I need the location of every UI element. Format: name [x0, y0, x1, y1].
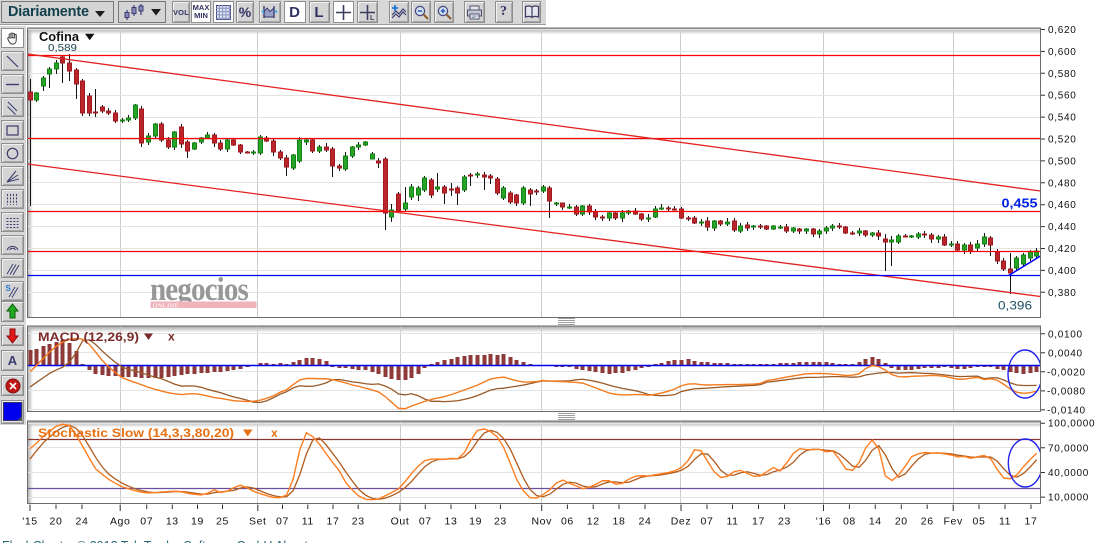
svg-text:14: 14 — [869, 516, 882, 528]
svg-text:100,0000: 100,0000 — [1048, 419, 1095, 430]
svg-text:x: x — [271, 426, 278, 440]
svg-text:12: 12 — [587, 516, 600, 528]
svg-text:11: 11 — [999, 516, 1011, 528]
svg-text:'16: '16 — [816, 516, 831, 528]
svg-text:0,580: 0,580 — [1048, 69, 1077, 80]
svg-text:70,0000: 70,0000 — [1048, 443, 1089, 454]
svg-text:18: 18 — [613, 516, 626, 528]
svg-text:07: 07 — [140, 516, 153, 528]
svg-text:0,460: 0,460 — [1048, 200, 1077, 211]
svg-text:Dez: Dez — [671, 516, 691, 528]
svg-text:13: 13 — [445, 516, 458, 528]
svg-text:23: 23 — [494, 516, 507, 528]
svg-text:07: 07 — [419, 516, 432, 528]
svg-text:-0,0080: -0,0080 — [1047, 386, 1086, 397]
svg-text:-0,0020: -0,0020 — [1047, 367, 1086, 378]
svg-text:Ago: Ago — [110, 516, 130, 528]
svg-text:17: 17 — [327, 516, 340, 528]
svg-text:19: 19 — [469, 516, 482, 528]
svg-text:L: L — [370, 15, 375, 21]
svg-text:05: 05 — [973, 516, 986, 528]
svg-text:x: x — [168, 330, 175, 344]
svg-text:20: 20 — [50, 516, 63, 528]
svg-text:40,0000: 40,0000 — [1048, 468, 1089, 479]
svg-text:'15: '15 — [22, 516, 37, 528]
svg-text:0,589: 0,589 — [48, 42, 77, 54]
svg-text:17: 17 — [752, 516, 765, 528]
svg-text:24: 24 — [639, 516, 652, 528]
svg-text:Fev: Fev — [944, 516, 963, 528]
svg-text:0,600: 0,600 — [1048, 47, 1077, 58]
svg-text:0,400: 0,400 — [1048, 266, 1077, 277]
svg-text:23: 23 — [352, 516, 365, 528]
svg-text:ONLINE: ONLINE — [153, 302, 179, 309]
svg-text:13: 13 — [166, 516, 179, 528]
svg-text:0,520: 0,520 — [1048, 135, 1077, 146]
svg-text:0,560: 0,560 — [1048, 91, 1077, 102]
svg-text:23: 23 — [778, 516, 791, 528]
svg-text:17: 17 — [1025, 516, 1038, 528]
svg-text:0,420: 0,420 — [1048, 244, 1077, 255]
svg-text:S: S — [6, 284, 12, 293]
svg-text:Set: Set — [249, 516, 267, 528]
svg-text:20: 20 — [895, 516, 908, 528]
svg-text:0,480: 0,480 — [1048, 178, 1077, 189]
svg-text:0,500: 0,500 — [1048, 156, 1077, 167]
svg-text:25: 25 — [216, 516, 229, 528]
svg-text:08: 08 — [843, 516, 856, 528]
svg-text:MACD (12,26,9): MACD (12,26,9) — [38, 330, 139, 344]
svg-text:24: 24 — [76, 516, 89, 528]
svg-text:0,455: 0,455 — [1002, 197, 1038, 211]
svg-text:10,0000: 10,0000 — [1048, 493, 1089, 504]
svg-text:0,0040: 0,0040 — [1048, 348, 1083, 359]
svg-text:Stochastic Slow (14,3,3,80,20): Stochastic Slow (14,3,3,80,20) — [38, 426, 234, 440]
svg-text:07: 07 — [276, 516, 289, 528]
svg-text:0,540: 0,540 — [1048, 113, 1077, 124]
svg-text:Nov: Nov — [531, 516, 552, 528]
svg-text:11: 11 — [726, 516, 738, 528]
svg-text:26: 26 — [921, 516, 934, 528]
svg-text:07: 07 — [701, 516, 714, 528]
svg-text:06: 06 — [561, 516, 574, 528]
svg-text:-0,0140: -0,0140 — [1047, 405, 1086, 416]
svg-text:11: 11 — [302, 516, 314, 528]
svg-text:0,440: 0,440 — [1048, 222, 1077, 233]
svg-text:0,620: 0,620 — [1048, 25, 1077, 36]
svg-text:0,0100: 0,0100 — [1048, 329, 1083, 340]
svg-text:19: 19 — [191, 516, 204, 528]
svg-text:0,396: 0,396 — [998, 299, 1032, 313]
svg-text:Out: Out — [391, 516, 410, 528]
svg-text:0,380: 0,380 — [1048, 288, 1077, 299]
